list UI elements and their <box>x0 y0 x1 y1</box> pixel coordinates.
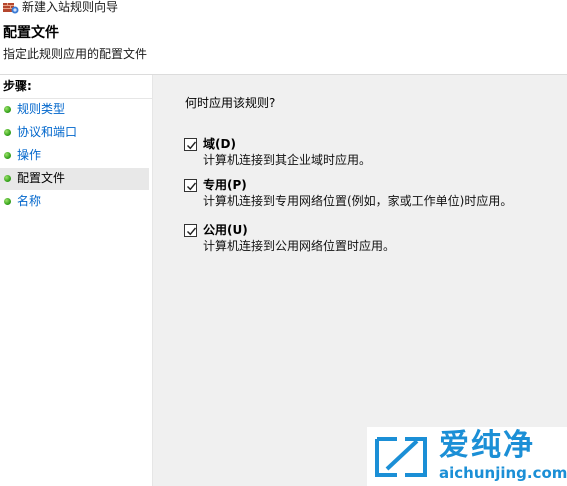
private-label[interactable]: 专用(P) <box>203 178 247 193</box>
check-icon <box>187 182 197 191</box>
watermark-brand: 爱纯净 <box>439 428 535 463</box>
step-label: 协议和端口 <box>17 125 78 139</box>
step-profile[interactable]: 配置文件 <box>0 168 149 190</box>
step-label: 操作 <box>17 148 42 162</box>
private-description: 计算机连接到专用网络位置(例如，家或工作单位)时应用。 <box>203 194 513 208</box>
step-status-dot-icon <box>4 106 11 113</box>
check-icon <box>187 227 197 236</box>
step-status-dot-icon <box>4 198 11 205</box>
wizard-header: 配置文件 指定此规则应用的配置文件 <box>0 18 567 74</box>
page-subtitle: 指定此规则应用的配置文件 <box>3 47 148 61</box>
public-label[interactable]: 公用(U) <box>203 223 248 238</box>
domain-checkbox[interactable] <box>184 138 197 151</box>
step-name[interactable]: 名称 <box>0 191 149 213</box>
step-status-dot-icon <box>4 152 11 159</box>
step-label: 规则类型 <box>17 102 66 116</box>
page-title: 配置文件 <box>3 25 59 41</box>
step-status-dot-icon <box>4 175 11 182</box>
step-label: 名称 <box>17 194 42 208</box>
question-text: 何时应用该规则? <box>185 96 276 110</box>
firewall-wizard-icon <box>3 1 19 15</box>
public-checkbox[interactable] <box>184 224 197 237</box>
watermark-url: aichunjing.com <box>439 464 567 482</box>
check-icon <box>187 141 197 150</box>
private-checkbox[interactable] <box>184 179 197 192</box>
step-label: 配置文件 <box>17 171 66 185</box>
step-action[interactable]: 操作 <box>0 145 149 167</box>
domain-label[interactable]: 域(D) <box>203 137 236 152</box>
public-description: 计算机连接到公用网络位置时应用。 <box>203 239 396 253</box>
steps-sidebar: 步骤: 规则类型 协议和端口 操作 配置文件 名称 <box>0 75 152 486</box>
watermark-logo-icon <box>373 431 429 481</box>
domain-description: 计算机连接到其企业域时应用。 <box>203 153 372 167</box>
step-protocol-and-ports[interactable]: 协议和端口 <box>0 122 149 144</box>
window-title: 新建入站规则向导 <box>22 0 119 14</box>
main-panel: 何时应用该规则? 域(D) 计算机连接到其企业域时应用。 专用(P) 计算机连接… <box>153 75 567 486</box>
title-bar: 新建入站规则向导 <box>0 0 567 18</box>
step-status-dot-icon <box>4 129 11 136</box>
steps-heading: 步骤: <box>3 79 32 93</box>
step-rule-type[interactable]: 规则类型 <box>0 99 149 121</box>
watermark: 爱纯净 aichunjing.com <box>367 427 567 486</box>
